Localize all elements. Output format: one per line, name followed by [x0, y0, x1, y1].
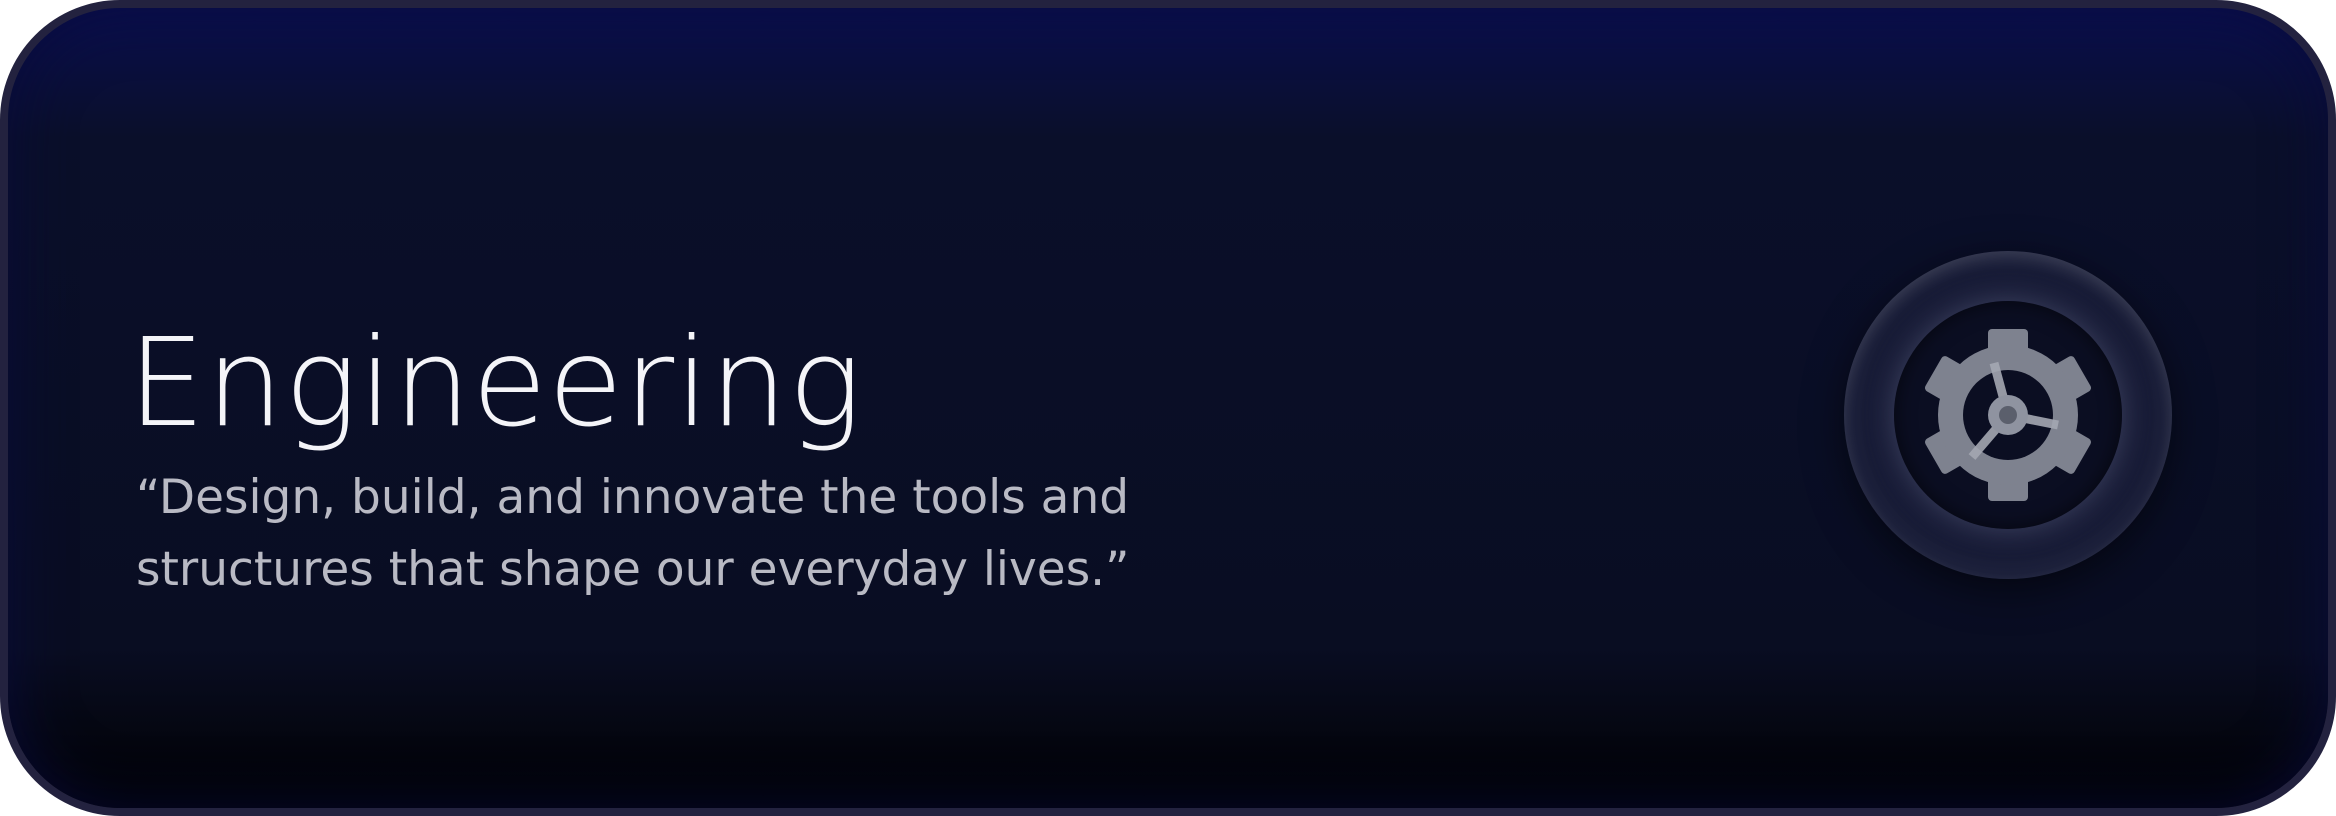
card-quote: “Design, build, and innovate the tools a… — [136, 470, 1130, 597]
gear-icon — [1924, 329, 2092, 501]
engineering-card[interactable]: Engineering “Design, build, and innovate… — [0, 0, 2336, 816]
gear-icon-well — [1894, 301, 2122, 529]
card-title: Engineering — [128, 312, 863, 454]
gear-icon-badge — [1844, 251, 2172, 579]
card-text-block: Engineering “Design, build, and innovate… — [128, 308, 1228, 606]
